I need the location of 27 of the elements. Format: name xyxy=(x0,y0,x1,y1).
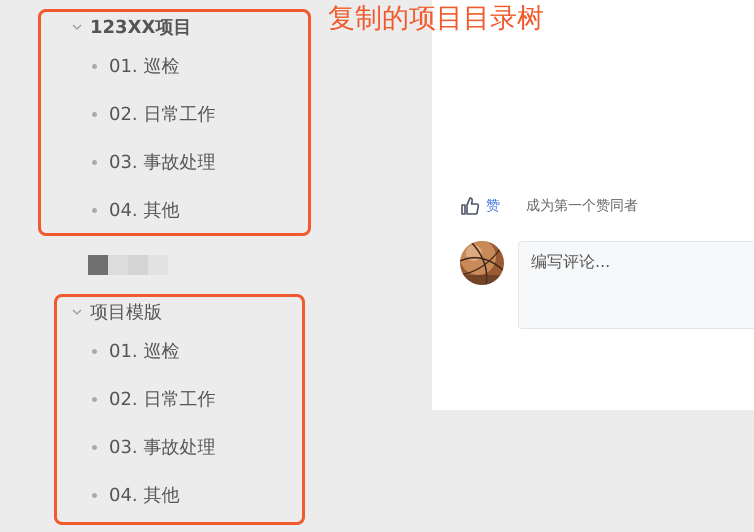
thumbs-up-icon[interactable] xyxy=(460,196,480,216)
like-prompt: 成为第一个赞同者 xyxy=(526,197,638,215)
tree-item[interactable]: 03. 事故处理 xyxy=(109,150,216,174)
chevron-icon[interactable] xyxy=(72,308,82,316)
like-button[interactable]: 赞 xyxy=(480,197,500,215)
bullet-icon xyxy=(92,160,97,164)
tree-item[interactable]: 01. 巡检 xyxy=(109,54,180,78)
comment-field[interactable]: 编写评论... xyxy=(518,241,754,329)
chevron-icon[interactable] xyxy=(72,24,82,30)
tree-node-label[interactable]: 项目模版 xyxy=(90,300,162,324)
tree-node[interactable]: 项目模版 xyxy=(72,297,302,327)
tree-item[interactable]: 02. 日常工作 xyxy=(109,102,216,126)
tree-item[interactable]: 01. 巡检 xyxy=(109,339,180,363)
tree-node[interactable]: 123XX项目 xyxy=(72,12,308,42)
tree-node-label[interactable]: 123XX项目 xyxy=(90,15,192,39)
bullet-icon xyxy=(92,348,97,354)
bullet-icon xyxy=(92,112,97,116)
bullet-icon xyxy=(92,208,97,212)
annotation-label: 复制的项目目录树 xyxy=(328,2,544,36)
tree-item[interactable]: 02. 日常工作 xyxy=(109,387,216,411)
tree-item[interactable]: 03. 事故处理 xyxy=(109,435,216,459)
bullet-icon xyxy=(92,64,97,68)
bullet-icon xyxy=(92,444,97,450)
bullet-icon xyxy=(92,396,97,402)
tree-item[interactable]: 04. 其他 xyxy=(109,198,180,222)
bullet-icon xyxy=(92,492,97,498)
tree-item[interactable]: 04. 其他 xyxy=(109,483,180,507)
